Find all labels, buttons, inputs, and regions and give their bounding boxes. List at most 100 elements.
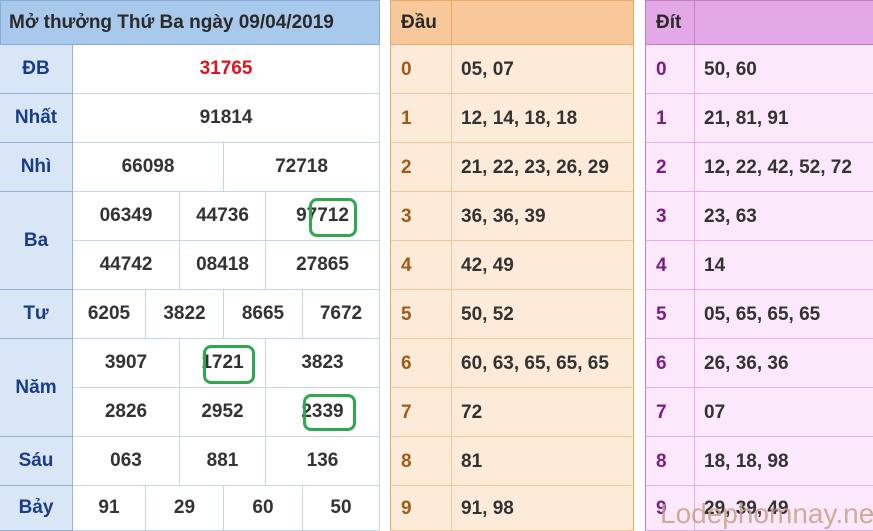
prize-nam-value: 3823 xyxy=(266,339,380,388)
dit-row: 1 21, 81, 91 xyxy=(645,94,873,143)
prize-nam-value: 2952 xyxy=(180,388,266,437)
dau-values: 05, 07 xyxy=(461,58,514,80)
prize-label-db: ĐB xyxy=(0,45,73,94)
prize-db-value: 31765 xyxy=(73,45,380,94)
dit-key: 6 xyxy=(646,339,695,388)
dit-values: 26, 36, 36 xyxy=(704,352,789,374)
prize-sau-value: 881 xyxy=(180,437,266,486)
dit-row: 7 07 xyxy=(645,388,873,437)
dau-row: 6 60, 63, 65, 65, 65 xyxy=(390,339,634,388)
dau-key: 8 xyxy=(391,437,452,486)
dit-row: 4 14 xyxy=(645,241,873,290)
dau-key: 4 xyxy=(391,241,452,290)
prize-bay-value: 50 xyxy=(303,486,380,531)
dau-key: 3 xyxy=(391,192,452,241)
dit-row: 3 23, 63 xyxy=(645,192,873,241)
dit-values: 14 xyxy=(704,254,726,276)
dit-values: 50, 60 xyxy=(704,58,757,80)
dau-key: 7 xyxy=(391,388,452,437)
dit-values: 18, 18, 98 xyxy=(704,450,789,472)
watermark: Lodephomnay.net xyxy=(660,498,873,529)
dit-key: 5 xyxy=(646,290,695,339)
prize-ba-value: 08418 xyxy=(180,241,266,290)
dit-values: 23, 63 xyxy=(704,205,757,227)
dau-row: 4 42, 49 xyxy=(390,241,634,290)
dit-key: 2 xyxy=(646,143,695,192)
dau-row: 0 05, 07 xyxy=(390,45,634,94)
dit-row: 2 12, 22, 42, 52, 72 xyxy=(645,143,873,192)
dau-row: 2 21, 22, 23, 26, 29 xyxy=(390,143,634,192)
dau-values: 36, 36, 39 xyxy=(461,205,546,227)
dau-key: 2 xyxy=(391,143,452,192)
prize-nhi-value: 66098 xyxy=(73,143,224,192)
dau-values: 91, 98 xyxy=(461,497,514,519)
dit-values: 12, 22, 42, 52, 72 xyxy=(704,156,852,178)
dit-row: 8 18, 18, 98 xyxy=(645,437,873,486)
dau-header-label: Đầu xyxy=(391,0,452,45)
dau-row: 8 81 xyxy=(390,437,634,486)
dit-table: Đít 0 50, 60 1 21, 81, 91 2 12, 22, 42, 52,… xyxy=(645,0,873,531)
dau-row: 3 36, 36, 39 xyxy=(390,192,634,241)
dau-row: 9 91, 98 xyxy=(390,486,634,531)
dit-values: 05, 65, 65, 65 xyxy=(704,303,821,325)
dau-header: Đầu xyxy=(390,0,634,45)
dit-values: 07 xyxy=(704,401,726,423)
prize-label-bay: Bảy xyxy=(0,486,73,531)
dit-values: 21, 81, 91 xyxy=(704,107,789,129)
prize-label-sau: Sáu xyxy=(0,437,73,486)
results-table: Mở thưởng Thứ Ba ngày 09/04/2019 ĐB 3176… xyxy=(0,0,380,531)
dau-values: 21, 22, 23, 26, 29 xyxy=(461,156,609,178)
prize-label-nhat: Nhất xyxy=(0,94,73,143)
prize-ba-value: 97712 xyxy=(266,192,380,241)
prize-bay-value: 29 xyxy=(146,486,224,531)
dau-key: 6 xyxy=(391,339,452,388)
dau-table: Đầu 0 05, 07 1 12, 14, 18, 18 2 21, 22, 23,… xyxy=(390,0,634,531)
prize-nam-value: 3907 xyxy=(73,339,180,388)
dau-row: 1 12, 14, 18, 18 xyxy=(390,94,634,143)
prize-label-nhi: Nhì xyxy=(0,143,73,192)
prize-tu-value: 3822 xyxy=(146,290,224,339)
dau-values: 60, 63, 65, 65, 65 xyxy=(461,352,609,374)
prize-sau-value: 136 xyxy=(266,437,380,486)
results-title: Mở thưởng Thứ Ba ngày 09/04/2019 xyxy=(0,0,380,45)
prize-nam-value: 1721 xyxy=(180,339,266,388)
dau-values: 50, 52 xyxy=(461,303,514,325)
dit-row: 5 05, 65, 65, 65 xyxy=(645,290,873,339)
prize-nam-value: 2826 xyxy=(73,388,180,437)
prize-ba-value: 44742 xyxy=(73,241,180,290)
dau-key: 0 xyxy=(391,45,452,94)
dit-header-label: Đít xyxy=(646,0,695,45)
prize-bay-value: 91 xyxy=(73,486,146,531)
prize-ba-value: 27865 xyxy=(266,241,380,290)
prize-nam-value: 2339 xyxy=(266,388,380,437)
prize-tu-value: 8665 xyxy=(224,290,303,339)
dit-key: 3 xyxy=(646,192,695,241)
prize-ba-value: 06349 xyxy=(73,192,180,241)
prize-label-tu: Tư xyxy=(0,290,73,339)
dit-header: Đít xyxy=(645,0,873,45)
dau-values: 81 xyxy=(461,450,483,472)
prize-bay-value: 60 xyxy=(224,486,303,531)
prize-tu-value: 6205 xyxy=(73,290,146,339)
dau-key: 9 xyxy=(391,486,452,531)
dit-row: 6 26, 36, 36 xyxy=(645,339,873,388)
dau-values: 12, 14, 18, 18 xyxy=(461,107,578,129)
prize-tu-value: 7672 xyxy=(303,290,380,339)
dau-key: 5 xyxy=(391,290,452,339)
dit-key: 7 xyxy=(646,388,695,437)
dit-key: 0 xyxy=(646,45,695,94)
dit-key: 8 xyxy=(646,437,695,486)
prize-nhi-value: 72718 xyxy=(224,143,380,192)
prize-ba-value: 44736 xyxy=(180,192,266,241)
prize-nhat-value: 91814 xyxy=(73,94,380,143)
dau-row: 5 50, 52 xyxy=(390,290,634,339)
dau-values: 72 xyxy=(461,401,483,423)
dit-key: 4 xyxy=(646,241,695,290)
dit-key: 1 xyxy=(646,94,695,143)
dau-key: 1 xyxy=(391,94,452,143)
dit-row: 0 50, 60 xyxy=(645,45,873,94)
prize-label-ba: Ba xyxy=(0,192,73,290)
prize-label-nam: Năm xyxy=(0,339,73,437)
dau-values: 42, 49 xyxy=(461,254,514,276)
prize-sau-value: 063 xyxy=(73,437,180,486)
